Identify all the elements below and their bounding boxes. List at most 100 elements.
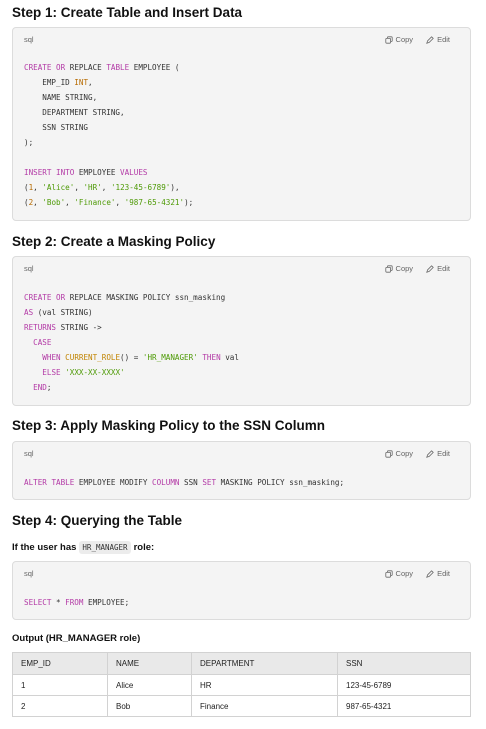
string-token: 'HR_MANAGER' (142, 353, 198, 362)
text-token: ), (170, 183, 180, 192)
copy-icon (384, 264, 393, 273)
text-token: , (65, 198, 75, 207)
copy-label: Copy (395, 35, 414, 44)
output-table: EMP_ID NAME DEPARTMENT SSN 1 Alice HR 12… (12, 652, 471, 717)
edit-button[interactable]: Edit (426, 569, 450, 578)
text-token: SSN (179, 478, 203, 487)
text-token: REPLACE MASKING POLICY ssn_masking (65, 293, 226, 302)
edit-label: Edit (437, 449, 450, 458)
text-token: ; (46, 383, 52, 392)
text-token: , (88, 78, 93, 87)
text-token: ); (24, 138, 34, 147)
code-alter-table: ALTER TABLE EMPLOYEE MODIFY COLUMN SSN S… (24, 475, 344, 490)
keyword-token: INTO (56, 168, 75, 177)
text-token: MASKING POLICY ssn_masking; (216, 478, 345, 487)
code-line: DEPARTMENT STRING, (24, 108, 124, 117)
keyword-token: RETURNS (24, 323, 57, 332)
keyword-token: WHEN (42, 353, 61, 362)
edit-label: Edit (437, 264, 450, 273)
table-cell: 2 (12, 695, 108, 717)
text-token: STRING -> (56, 323, 102, 332)
text-token: val (220, 353, 239, 362)
code-line: INSERT INTO EMPLOYEE VALUES (24, 168, 147, 177)
role-inline-code: HR_MANAGER (79, 541, 131, 554)
code-line: CREATE OR REPLACE MASKING POLICY ssn_mas… (24, 293, 225, 302)
string-token: '987-65-4321' (124, 198, 185, 207)
table-cell: 1 (12, 674, 108, 696)
table-cell: Alice (107, 674, 192, 696)
keyword-token: TABLE (51, 478, 75, 487)
text-token: EMPLOYEE MODIFY (74, 478, 153, 487)
code-line: ); (24, 138, 33, 147)
step4-heading: Step 4: Querying the Table (12, 513, 183, 528)
text-token: EMPLOYEE; (83, 598, 130, 607)
copy-button[interactable]: Copy (384, 264, 414, 273)
code-line: CASE (24, 338, 51, 347)
code-block-alter-table: sql Copy Edit ALTER TABLE EMPLOYEE MODIF… (12, 441, 471, 500)
code-line: WHEN CURRENT_ROLE() = 'HR_MANAGER' THEN … (24, 353, 239, 362)
table-cell: Finance (191, 695, 338, 717)
copy-icon (384, 449, 393, 458)
code-line: ALTER TABLE EMPLOYEE MODIFY COLUMN SSN S… (24, 478, 344, 487)
code-block-select-query: sql Copy Edit SELECT * FROM EMPLOYEE; (12, 561, 471, 620)
edit-icon (426, 264, 434, 273)
string-token: 'HR' (83, 183, 102, 192)
text-token: , (115, 198, 125, 207)
code-language-label: sql (24, 35, 34, 44)
copy-button[interactable]: Copy (384, 35, 414, 44)
copy-label: Copy (395, 264, 414, 273)
text-token: (val STRING) (33, 308, 93, 317)
text-token: ); (184, 198, 194, 207)
code-language-label: sql (24, 264, 34, 273)
keyword-token: END (33, 383, 47, 392)
keyword-token: CREATE (24, 63, 52, 72)
column-header: SSN (337, 652, 471, 675)
edit-button[interactable]: Edit (426, 35, 450, 44)
string-token: 'Bob' (42, 198, 66, 207)
edit-icon (426, 449, 434, 458)
edit-button[interactable]: Edit (426, 264, 450, 273)
edit-label: Edit (437, 569, 450, 578)
column-header: NAME (107, 652, 192, 675)
step1-heading: Step 1: Create Table and Insert Data (12, 5, 243, 20)
keyword-token: OR (56, 293, 66, 302)
edit-icon (426, 569, 434, 578)
string-token: 'Finance' (74, 198, 116, 207)
keyword-token: INSERT (24, 168, 52, 177)
table-header-row: EMP_ID NAME DEPARTMENT SSN (12, 652, 471, 675)
edit-label: Edit (437, 35, 450, 44)
string-token: '123-45-6789' (110, 183, 171, 192)
copy-label: Copy (395, 449, 414, 458)
number-token: INT (74, 78, 89, 87)
keyword-token: CASE (33, 338, 52, 347)
text-token: EMPLOYEE ( (129, 63, 180, 72)
code-block-create-table: sql Copy Edit CREATE OR REPLACE TABLE EM… (12, 27, 471, 221)
keyword-token: OR (56, 63, 66, 72)
copy-label: Copy (395, 569, 414, 578)
table-row: 2 Bob Finance 987-65-4321 (12, 695, 471, 717)
text-token: EMP_ID (24, 78, 75, 87)
copy-icon (384, 569, 393, 578)
copy-button[interactable]: Copy (384, 569, 414, 578)
code-line: ELSE 'XXX-XX-XXXX' (24, 368, 125, 377)
role-condition-text: If the user has HR_MANAGER role: (12, 541, 154, 554)
string-token: 'XXX-XX-XXXX' (65, 368, 125, 377)
keyword-token: ELSE (42, 368, 61, 377)
edit-button[interactable]: Edit (426, 449, 450, 458)
copy-button[interactable]: Copy (384, 449, 414, 458)
step2-heading: Step 2: Create a Masking Policy (12, 234, 216, 249)
code-line: SELECT * FROM EMPLOYEE; (24, 598, 129, 607)
text-token: REPLACE (65, 63, 107, 72)
code-language-label: sql (24, 569, 34, 578)
text-token: SSN STRING (24, 123, 89, 132)
function-token: CURRENT_ROLE (65, 353, 121, 362)
keyword-token: COLUMN (152, 478, 180, 487)
code-line: RETURNS STRING -> (24, 323, 102, 332)
table-cell: 123-45-6789 (337, 674, 471, 696)
keyword-token: SELECT (24, 598, 52, 607)
step3-heading: Step 3: Apply Masking Policy to the SSN … (12, 418, 326, 433)
keyword-token: TABLE (106, 63, 130, 72)
